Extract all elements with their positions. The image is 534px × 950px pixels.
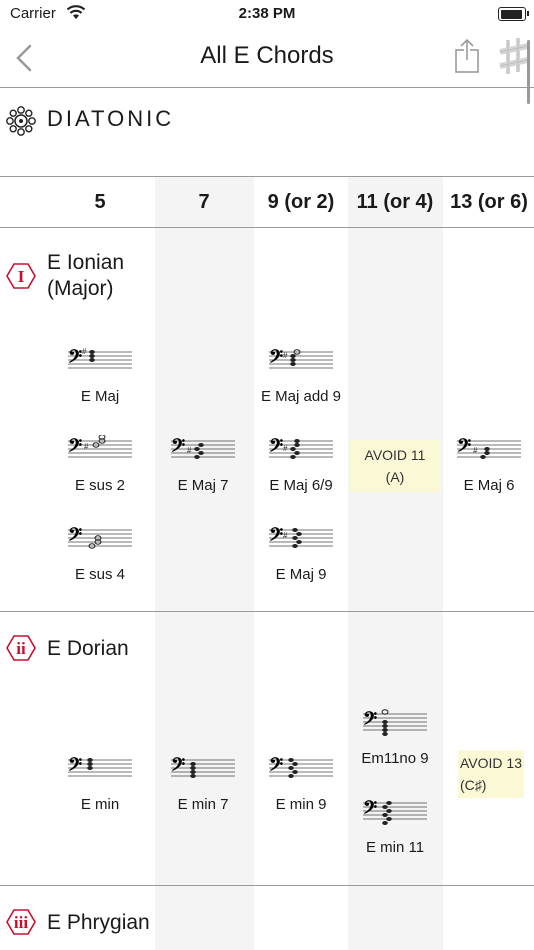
chord-e-sus-4[interactable]: 𝄢 E sus 4 [52,524,148,590]
chord-e-min-7[interactable]: 𝄢 E min 7 [155,754,251,820]
bass-clef-icon: 𝄢 # [269,435,333,461]
svg-text:𝄢: 𝄢 [269,435,284,461]
svg-text:𝄢: 𝄢 [457,435,472,461]
share-icon[interactable] [450,36,484,76]
svg-text:#: # [473,446,478,455]
column-header-7[interactable]: 7 [156,191,252,214]
svg-text:𝄢: 𝄢 [269,346,284,372]
bass-clef-icon: 𝄢 # [68,346,132,372]
chord-e-maj-6[interactable]: 𝄢 # E Maj 6 [441,435,534,501]
bass-clef-icon: 𝄢 # [269,524,333,550]
mode-name-ionian: E Ionian (Major) [47,251,125,300]
chord-e-sus-2[interactable]: 𝄢 # E sus 2 [52,435,148,501]
svg-text:𝄢: 𝄢 [68,754,83,780]
column-header-13[interactable]: 13 (or 6) [441,191,534,214]
svg-text:𝄢: 𝄢 [68,524,83,550]
chord-e-maj-9[interactable]: 𝄢 # E Maj 9 [253,524,349,590]
chord-e-maj[interactable]: 𝄢 # E Maj [52,346,148,412]
svg-text:𝄢: 𝄢 [269,754,284,780]
mode-name-dorian: E Dorian [47,637,129,660]
battery-icon [498,7,529,21]
mode-row-phrygian: iii E Phrygian [0,886,534,950]
clock: 2:38 PM [238,5,296,22]
column-header-9[interactable]: 9 (or 2) [253,191,349,214]
status-bar: Carrier 2:38 PM [0,0,534,30]
mode-badge-phrygian[interactable]: iii [6,908,36,936]
mode-badge-ionian[interactable]: I [6,262,36,290]
chord-e-maj-add-9[interactable]: 𝄢 # E Maj add 9 [253,346,349,412]
mode-row-dorian: ii E Dorian [0,612,534,886]
svg-text:𝄢: 𝄢 [363,797,378,823]
svg-text:#: # [283,531,288,540]
circle-of-fifths-icon[interactable] [6,106,36,136]
mode-badge-dorian[interactable]: ii [6,634,36,662]
bass-clef-icon: 𝄢 # [68,435,132,461]
bass-clef-icon: 𝄢 [269,754,333,780]
svg-text:𝄢: 𝄢 [68,346,83,372]
svg-text:𝄢: 𝄢 [269,524,284,550]
svg-text:𝄢: 𝄢 [171,754,186,780]
bass-clef-icon: 𝄢 # [171,435,235,461]
chord-em11no-9[interactable]: 𝄢 Em11no 9 [347,708,443,774]
svg-text:#: # [84,442,89,451]
bass-clef-icon: 𝄢 # [457,435,521,461]
svg-text:#: # [187,446,192,455]
column-header-5[interactable]: 5 [52,191,148,214]
svg-text:𝄢: 𝄢 [68,435,83,461]
section-header: DIATONIC [0,88,534,176]
navigation-bar: All E Chords [0,30,534,88]
column-header-11[interactable]: 11 (or 4) [347,191,443,214]
svg-text:#: # [82,347,87,356]
chord-e-min-11[interactable]: 𝄢 E min 11 [347,797,443,863]
section-title: DIATONIC [47,106,175,131]
svg-text:𝄢: 𝄢 [363,708,378,734]
bass-clef-icon: 𝄢 [363,797,427,825]
chord-e-maj-6-9[interactable]: 𝄢 # E Maj 6/9 [253,435,349,501]
mode-name-phrygian: E Phrygian [47,911,150,934]
column-header-row: 5 7 9 (or 2) 11 (or 4) 13 (or 6) [0,176,534,228]
bass-clef-icon: 𝄢 [68,754,132,780]
avoid-11-label: AVOID 11 (A) [350,440,440,492]
chord-e-min-9[interactable]: 𝄢 E min 9 [253,754,349,820]
bass-clef-icon: 𝄢 [171,754,235,780]
bass-clef-icon: 𝄢 # [269,346,333,372]
bass-clef-icon: 𝄢 [363,708,427,736]
chord-e-maj-7[interactable]: 𝄢 # E Maj 7 [155,435,251,501]
avoid-13-label: AVOID 13 (C♯) [458,750,524,798]
svg-text:#: # [283,444,288,453]
svg-text:𝄢: 𝄢 [171,435,186,461]
svg-text:#: # [283,351,288,360]
bass-clef-icon: 𝄢 [68,524,132,550]
chord-e-min[interactable]: 𝄢 E min [52,754,148,820]
